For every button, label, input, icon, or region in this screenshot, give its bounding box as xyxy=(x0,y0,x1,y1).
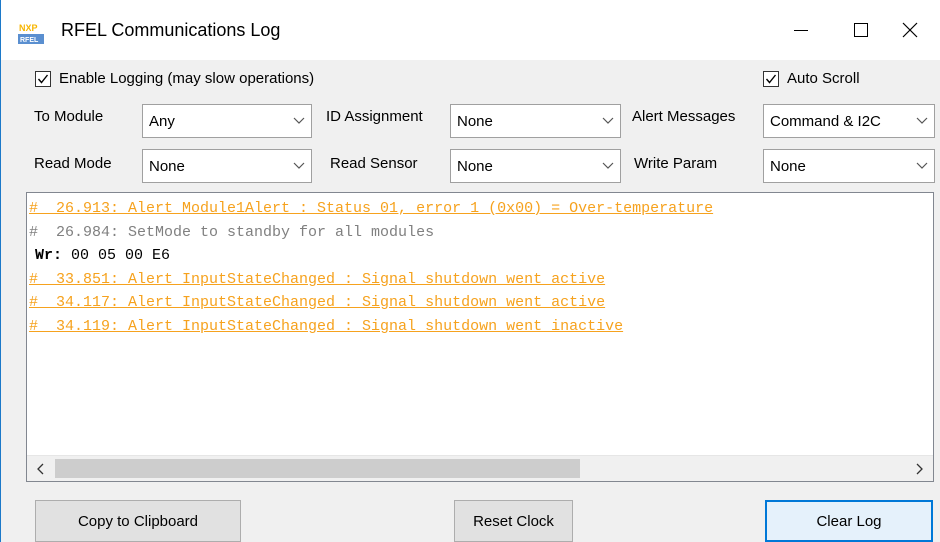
minimize-icon xyxy=(794,30,808,31)
maximize-icon xyxy=(854,23,868,37)
chevron-left-icon xyxy=(37,463,44,475)
write-param-value: None xyxy=(770,157,806,175)
nxp-rfel-logo-icon: NXP RFEL xyxy=(18,23,44,44)
alert-messages-label: Alert Messages xyxy=(632,108,736,125)
chevron-down-icon xyxy=(287,150,311,182)
alert-messages-value: Command & I2C xyxy=(770,112,881,130)
horizontal-scrollbar[interactable] xyxy=(27,455,933,481)
to-module-value: Any xyxy=(149,112,175,130)
scroll-right-button[interactable] xyxy=(907,456,933,481)
id-assignment-label: ID Assignment xyxy=(326,108,423,125)
read-sensor-value: None xyxy=(457,157,493,175)
log-lines: # 26.913: Alert Module1Alert : Status 01… xyxy=(29,197,933,338)
clear-log-button[interactable]: Clear Log xyxy=(765,500,933,542)
chevron-down-icon xyxy=(910,150,934,182)
checkmark-icon xyxy=(765,74,777,84)
checkmark-icon xyxy=(37,74,49,84)
reset-clock-button[interactable]: Reset Clock xyxy=(454,500,573,542)
chevron-down-icon xyxy=(287,105,311,137)
log-line-text: # 34.117: Alert InputStateChanged : Sign… xyxy=(29,294,606,311)
close-button[interactable] xyxy=(880,0,940,60)
read-mode-dropdown[interactable]: None xyxy=(142,149,312,183)
enable-logging-label: Enable Logging (may slow operations) xyxy=(59,70,315,87)
read-mode-value: None xyxy=(149,157,185,175)
to-module-dropdown[interactable]: Any xyxy=(142,104,312,138)
log-line: # 34.117: Alert InputStateChanged : Sign… xyxy=(29,291,933,315)
id-assignment-value: None xyxy=(457,112,493,130)
close-icon xyxy=(902,22,918,38)
log-line: # 34.119: Alert InputStateChanged : Sign… xyxy=(29,315,933,339)
chevron-down-icon xyxy=(596,150,620,182)
window-title: RFEL Communications Log xyxy=(61,20,281,40)
log-line: # 26.984: SetMode to standby for all mod… xyxy=(29,221,933,245)
to-module-label: To Module xyxy=(34,108,104,125)
write-param-dropdown[interactable]: None xyxy=(763,149,935,183)
copy-to-clipboard-button[interactable]: Copy to Clipboard xyxy=(35,500,241,542)
log-line-text: 00 05 00 E6 xyxy=(62,247,171,264)
log-line-prefix: Wr: xyxy=(35,247,63,264)
scrollbar-thumb[interactable] xyxy=(55,459,580,478)
log-line-text: # 33.851: Alert InputStateChanged : Sign… xyxy=(29,270,606,288)
alert-messages-dropdown[interactable]: Command & I2C xyxy=(763,104,935,138)
log-line-text: # 26.984: SetMode to standby for all mod… xyxy=(29,223,435,241)
svg-text:RFEL: RFEL xyxy=(20,37,39,44)
read-mode-label: Read Mode xyxy=(34,155,112,172)
chevron-down-icon xyxy=(596,105,620,137)
chevron-down-icon xyxy=(910,105,934,137)
enable-logging-checkbox[interactable]: Enable Logging (may slow operations) xyxy=(35,70,314,87)
log-line-text: # 26.913: Alert Module1Alert : Status 01… xyxy=(29,200,714,217)
communications-log-window: NXP RFEL RFEL Communications Log Enable … xyxy=(0,0,940,542)
auto-scroll-label: Auto Scroll xyxy=(787,70,860,87)
checkbox-box[interactable] xyxy=(35,70,51,87)
title-bar: NXP RFEL RFEL Communications Log xyxy=(1,0,940,60)
svg-text:NXP: NXP xyxy=(19,23,38,33)
minimize-button[interactable] xyxy=(771,0,831,60)
read-sensor-label: Read Sensor xyxy=(330,155,418,172)
write-param-label: Write Param xyxy=(634,155,718,172)
log-textbox[interactable]: # 26.913: Alert Module1Alert : Status 01… xyxy=(26,192,934,482)
log-line: # 33.851: Alert InputStateChanged : Sign… xyxy=(29,268,933,292)
log-line: Wr: 00 05 00 E6 xyxy=(29,244,933,268)
auto-scroll-checkbox[interactable]: Auto Scroll xyxy=(763,70,860,87)
checkbox-box[interactable] xyxy=(763,70,779,87)
chevron-right-icon xyxy=(916,463,923,475)
log-line-text: # 34.119: Alert InputStateChanged : Sign… xyxy=(29,317,624,335)
scroll-left-button[interactable] xyxy=(27,456,53,481)
log-line: # 26.913: Alert Module1Alert : Status 01… xyxy=(29,197,933,221)
read-sensor-dropdown[interactable]: None xyxy=(450,149,621,183)
id-assignment-dropdown[interactable]: None xyxy=(450,104,621,138)
